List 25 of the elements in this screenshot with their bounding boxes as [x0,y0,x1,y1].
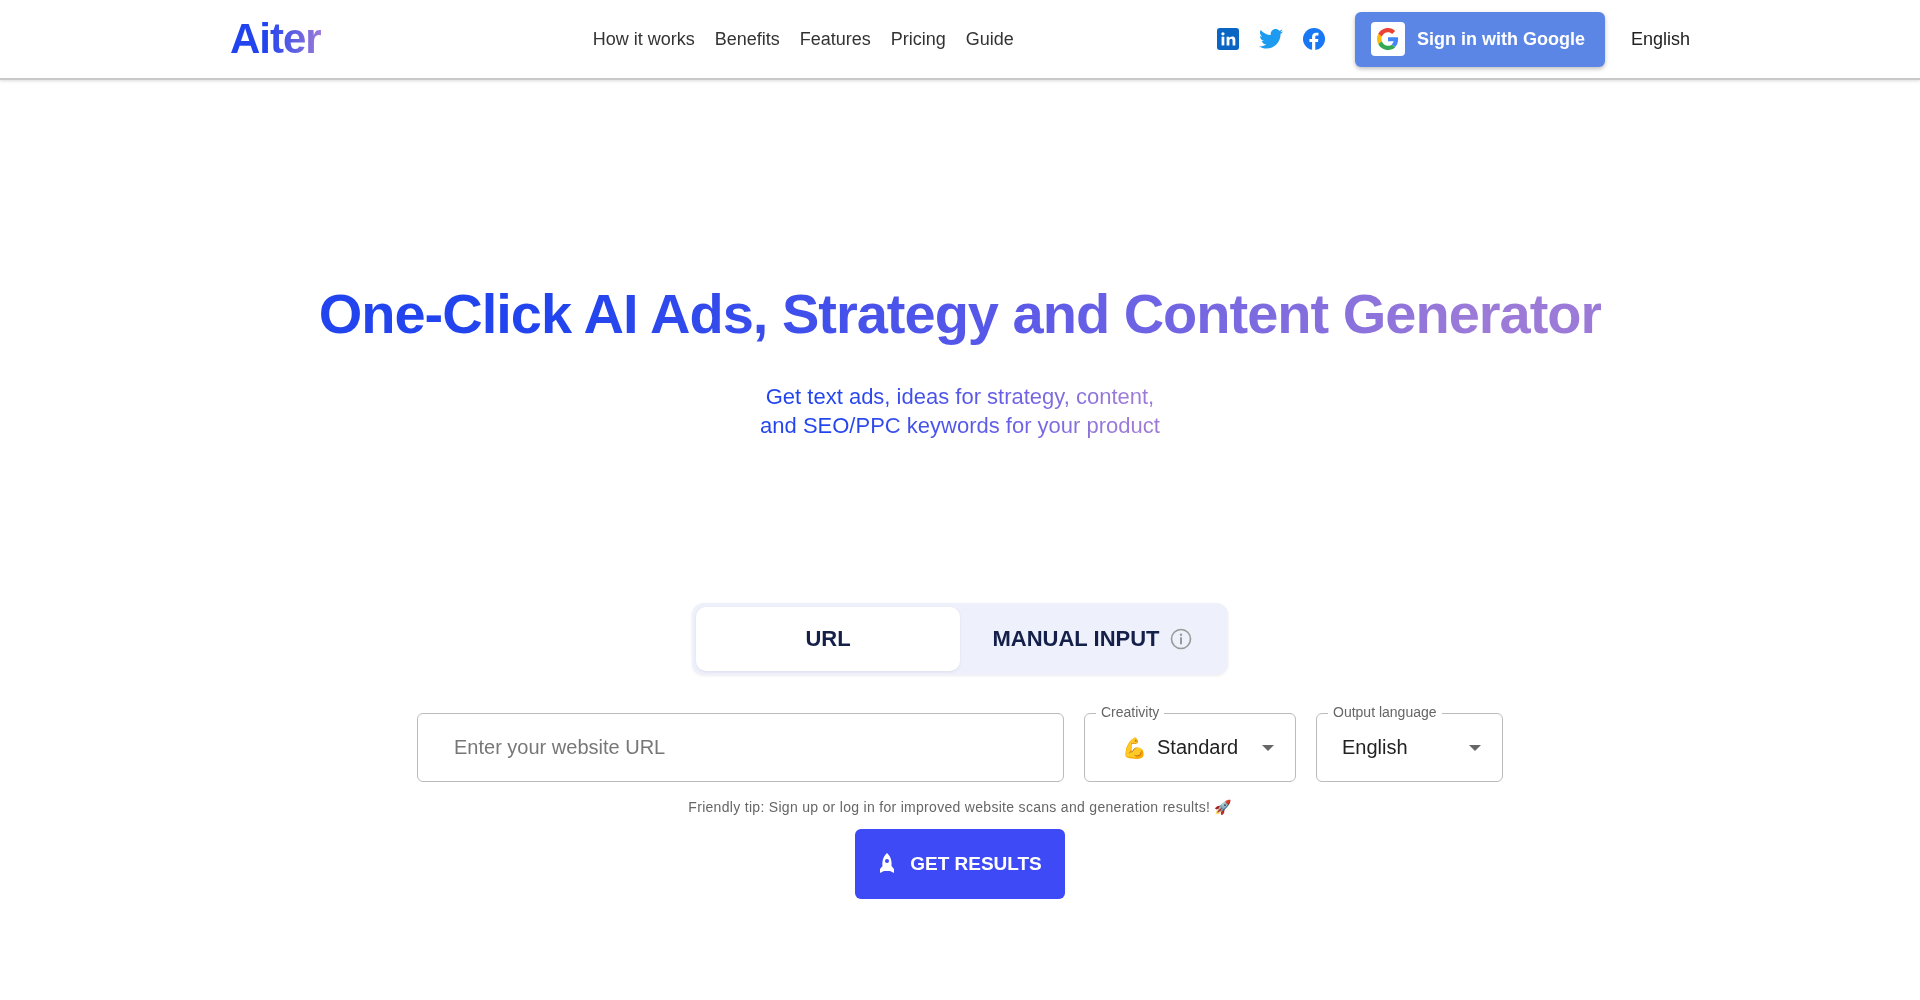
url-input-field[interactable]: Enter your website URL [417,713,1064,782]
tab[interactable]: URL [696,607,960,671]
creativity-select[interactable]: Creativity 💪 Standard [1084,702,1296,782]
tab[interactable]: MANUAL INPUT [960,607,1224,671]
caret-icon [1262,744,1274,751]
nav-link[interactable]: Pricing [890,28,946,50]
linkedin-icon[interactable] [1216,28,1239,50]
output-language-select[interactable]: Output language English [1316,702,1503,782]
bird-icon[interactable] [1258,29,1283,49]
facebook-icon[interactable] [1302,28,1325,50]
nav-link[interactable]: How it works [592,28,695,50]
google-icon [1370,22,1405,56]
flexed-arm-emoji: 💪 [1122,735,1147,760]
info-icon [1169,628,1192,650]
nav-link[interactable]: Benefits [714,28,780,50]
get-results-button[interactable]: GET RESULTS [855,829,1065,899]
caret-icon [1469,744,1481,751]
select-value: English [1342,736,1408,759]
tip-text: Friendly tip: Sign up or log in for improved website scans and generation results! 🚀 [688,799,1232,815]
nav-link[interactable]: Features [799,28,871,50]
nav-link[interactable]: Guide [965,28,1014,50]
select-value: Standard [1157,736,1239,759]
language-selector[interactable]: English [1630,28,1690,50]
rocket-icon [878,853,897,875]
google-sign-in-button[interactable]: Sign in with Google [1354,11,1605,67]
